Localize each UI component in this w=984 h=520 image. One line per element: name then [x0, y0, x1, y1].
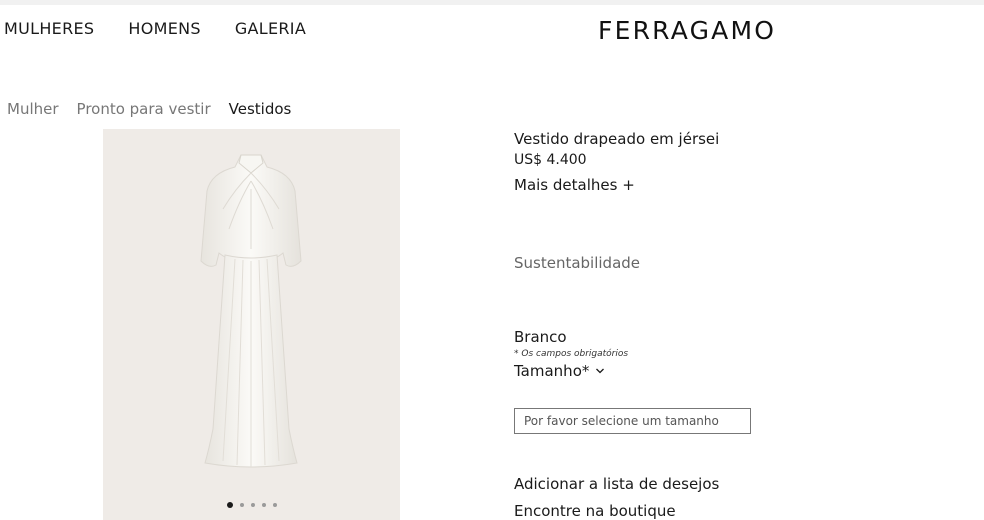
gallery-dot-1[interactable] [226, 502, 233, 508]
breadcrumb: Mulher Pronto para vestir Vestidos [7, 100, 291, 118]
chevron-down-icon [596, 368, 605, 374]
required-fields-note: * Os campos obrigatórios [514, 349, 629, 359]
sustainability-link[interactable]: Sustentabilidade [514, 254, 640, 272]
size-dropdown-toggle[interactable]: Tamanho* [514, 362, 605, 380]
product-image-gallery[interactable] [103, 129, 400, 520]
gallery-dot-2[interactable] [239, 503, 244, 507]
find-in-boutique-link[interactable]: Encontre na boutique [514, 502, 676, 520]
nav-item-mulheres[interactable]: MULHERES [4, 19, 94, 38]
gallery-dot-3[interactable] [250, 503, 255, 507]
brand-logo[interactable]: FERRAGAMO [598, 16, 776, 45]
nav-item-galeria[interactable]: GALERIA [235, 19, 306, 38]
more-details-toggle[interactable]: Mais detalhes + [514, 176, 635, 194]
main-nav: MULHERES HOMENS GALERIA [4, 19, 306, 38]
top-strip [0, 0, 984, 5]
product-name: Vestido drapeado em jérsei [514, 130, 720, 148]
dress-image [200, 154, 302, 468]
product-price: US$ 4.400 [514, 152, 587, 168]
gallery-dot-4[interactable] [261, 503, 266, 507]
size-label: Tamanho* [514, 362, 590, 380]
add-to-wishlist-link[interactable]: Adicionar a lista de desejos [514, 475, 719, 493]
gallery-dot-5[interactable] [272, 503, 277, 507]
size-select[interactable]: Por favor selecione um tamanho [514, 408, 751, 434]
breadcrumb-item-mulher[interactable]: Mulher [7, 100, 59, 118]
nav-item-homens[interactable]: HOMENS [128, 19, 200, 38]
gallery-pagination [103, 502, 400, 508]
color-label: Branco [514, 328, 567, 346]
breadcrumb-item-vestidos: Vestidos [228, 100, 292, 118]
breadcrumb-item-pronto-para-vestir[interactable]: Pronto para vestir [77, 100, 211, 118]
